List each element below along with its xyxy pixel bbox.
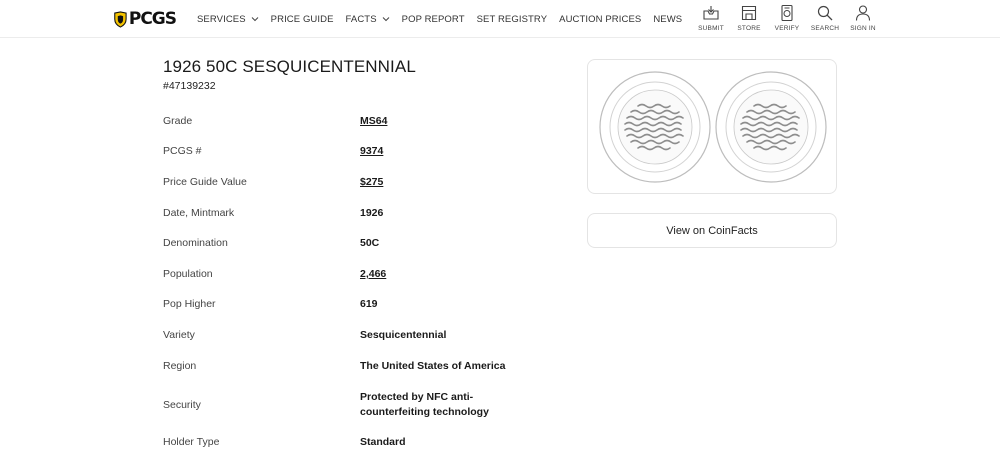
nav-pop-report[interactable]: POP REPORT — [402, 14, 465, 25]
detail-label: Date, Mintmark — [163, 207, 235, 219]
nav-news[interactable]: NEWS — [653, 14, 682, 25]
detail-row-price-guide: Price Guide Value $275 — [163, 176, 523, 188]
price-guide-link[interactable]: $275 — [360, 176, 383, 188]
detail-value: Standard — [360, 436, 406, 448]
detail-row-pop-higher: Pop Higher 619 — [163, 298, 523, 310]
pcgs-number-link[interactable]: 9374 — [360, 145, 383, 157]
store-button[interactable]: STORE — [730, 4, 768, 32]
chevron-down-icon — [251, 17, 259, 22]
action-label: STORE — [737, 25, 761, 32]
detail-label: Region — [163, 360, 197, 372]
detail-row-holder-type: Holder Type Standard — [163, 436, 523, 448]
chevron-down-icon — [382, 17, 390, 22]
detail-row-population: Population 2,466 — [163, 268, 523, 280]
detail-row-pcgs-number: PCGS # 9374 — [163, 145, 523, 157]
detail-row-security: Security Protected by NFC anti-counterfe… — [163, 390, 523, 420]
verify-button[interactable]: VERIFY — [768, 4, 806, 32]
detail-label: Population — [163, 268, 213, 280]
grade-link[interactable]: MS64 — [360, 115, 387, 127]
nav-label: AUCTION PRICES — [559, 13, 642, 25]
cert-number: #47139232 — [163, 80, 216, 92]
nav-price-guide[interactable]: PRICE GUIDE — [271, 14, 334, 25]
nav-label: POP REPORT — [401, 13, 465, 25]
sign-in-button[interactable]: SIGN IN — [844, 4, 882, 32]
user-icon — [855, 5, 871, 21]
detail-label: Denomination — [163, 237, 228, 249]
nav-services[interactable]: SERVICES — [197, 14, 259, 25]
main-nav: SERVICES PRICE GUIDE FACTS POP REPORT SE… — [197, 0, 694, 38]
logo-text: PCGS — [128, 9, 177, 29]
verify-icon — [781, 4, 793, 22]
view-on-coinfacts-button[interactable]: View on CoinFacts — [587, 213, 837, 248]
coin-title: 1926 50C SESQUICENTENNIAL — [163, 57, 416, 76]
detail-label: Variety — [163, 329, 195, 341]
detail-value: 1926 — [360, 207, 384, 219]
detail-label: Holder Type — [163, 436, 220, 448]
detail-value: 50C — [360, 237, 380, 249]
detail-label: PCGS # — [163, 145, 202, 157]
nav-label: FACTS — [345, 13, 377, 25]
detail-row-variety: Variety Sesquicentennial — [163, 329, 523, 341]
detail-row-grade: Grade MS64 — [163, 115, 523, 127]
detail-value: The United States of America — [360, 360, 506, 372]
site-header: PCGS SERVICES PRICE GUIDE FACTS POP REPO… — [0, 0, 1000, 38]
coin-obverse-placeholder — [599, 71, 711, 183]
nav-label: PRICE GUIDE — [270, 13, 334, 25]
pcgs-logo[interactable]: PCGS — [114, 8, 177, 30]
shield-logo-icon — [114, 10, 127, 28]
detail-label: Security — [163, 399, 201, 411]
search-button[interactable]: SEARCH — [806, 4, 844, 32]
nav-label: SET REGISTRY — [476, 13, 548, 25]
detail-label: Grade — [163, 115, 193, 127]
nav-label: SERVICES — [197, 13, 246, 25]
population-link[interactable]: 2,466 — [360, 268, 386, 280]
detail-label: Price Guide Value — [163, 176, 247, 188]
detail-label: Pop Higher — [163, 298, 216, 310]
coin-reverse-placeholder — [715, 71, 827, 183]
detail-row-date-mintmark: Date, Mintmark 1926 — [163, 207, 523, 219]
detail-row-region: Region The United States of America — [163, 360, 523, 372]
action-label: VERIFY — [774, 25, 800, 32]
coin-image-card[interactable] — [587, 59, 837, 194]
action-label: SEARCH — [810, 25, 840, 32]
nav-label: NEWS — [653, 13, 683, 25]
store-icon — [741, 5, 757, 21]
action-label: SIGN IN — [850, 25, 876, 32]
header-actions: SUBMIT STORE VERIFY SEARCH SIGN IN — [692, 4, 882, 32]
detail-value: 619 — [360, 298, 378, 310]
nav-facts[interactable]: FACTS — [346, 14, 390, 25]
detail-value: Protected by NFC anti-counterfeiting tec… — [360, 391, 489, 418]
nav-set-registry[interactable]: SET REGISTRY — [477, 14, 548, 25]
search-icon — [817, 5, 833, 21]
detail-value: Sesquicentennial — [360, 329, 447, 341]
detail-row-denomination: Denomination 50C — [163, 237, 523, 249]
submit-button[interactable]: SUBMIT — [692, 4, 730, 32]
submit-icon — [703, 6, 719, 20]
nav-auction-prices[interactable]: AUCTION PRICES — [559, 14, 641, 25]
action-label: SUBMIT — [698, 25, 724, 32]
